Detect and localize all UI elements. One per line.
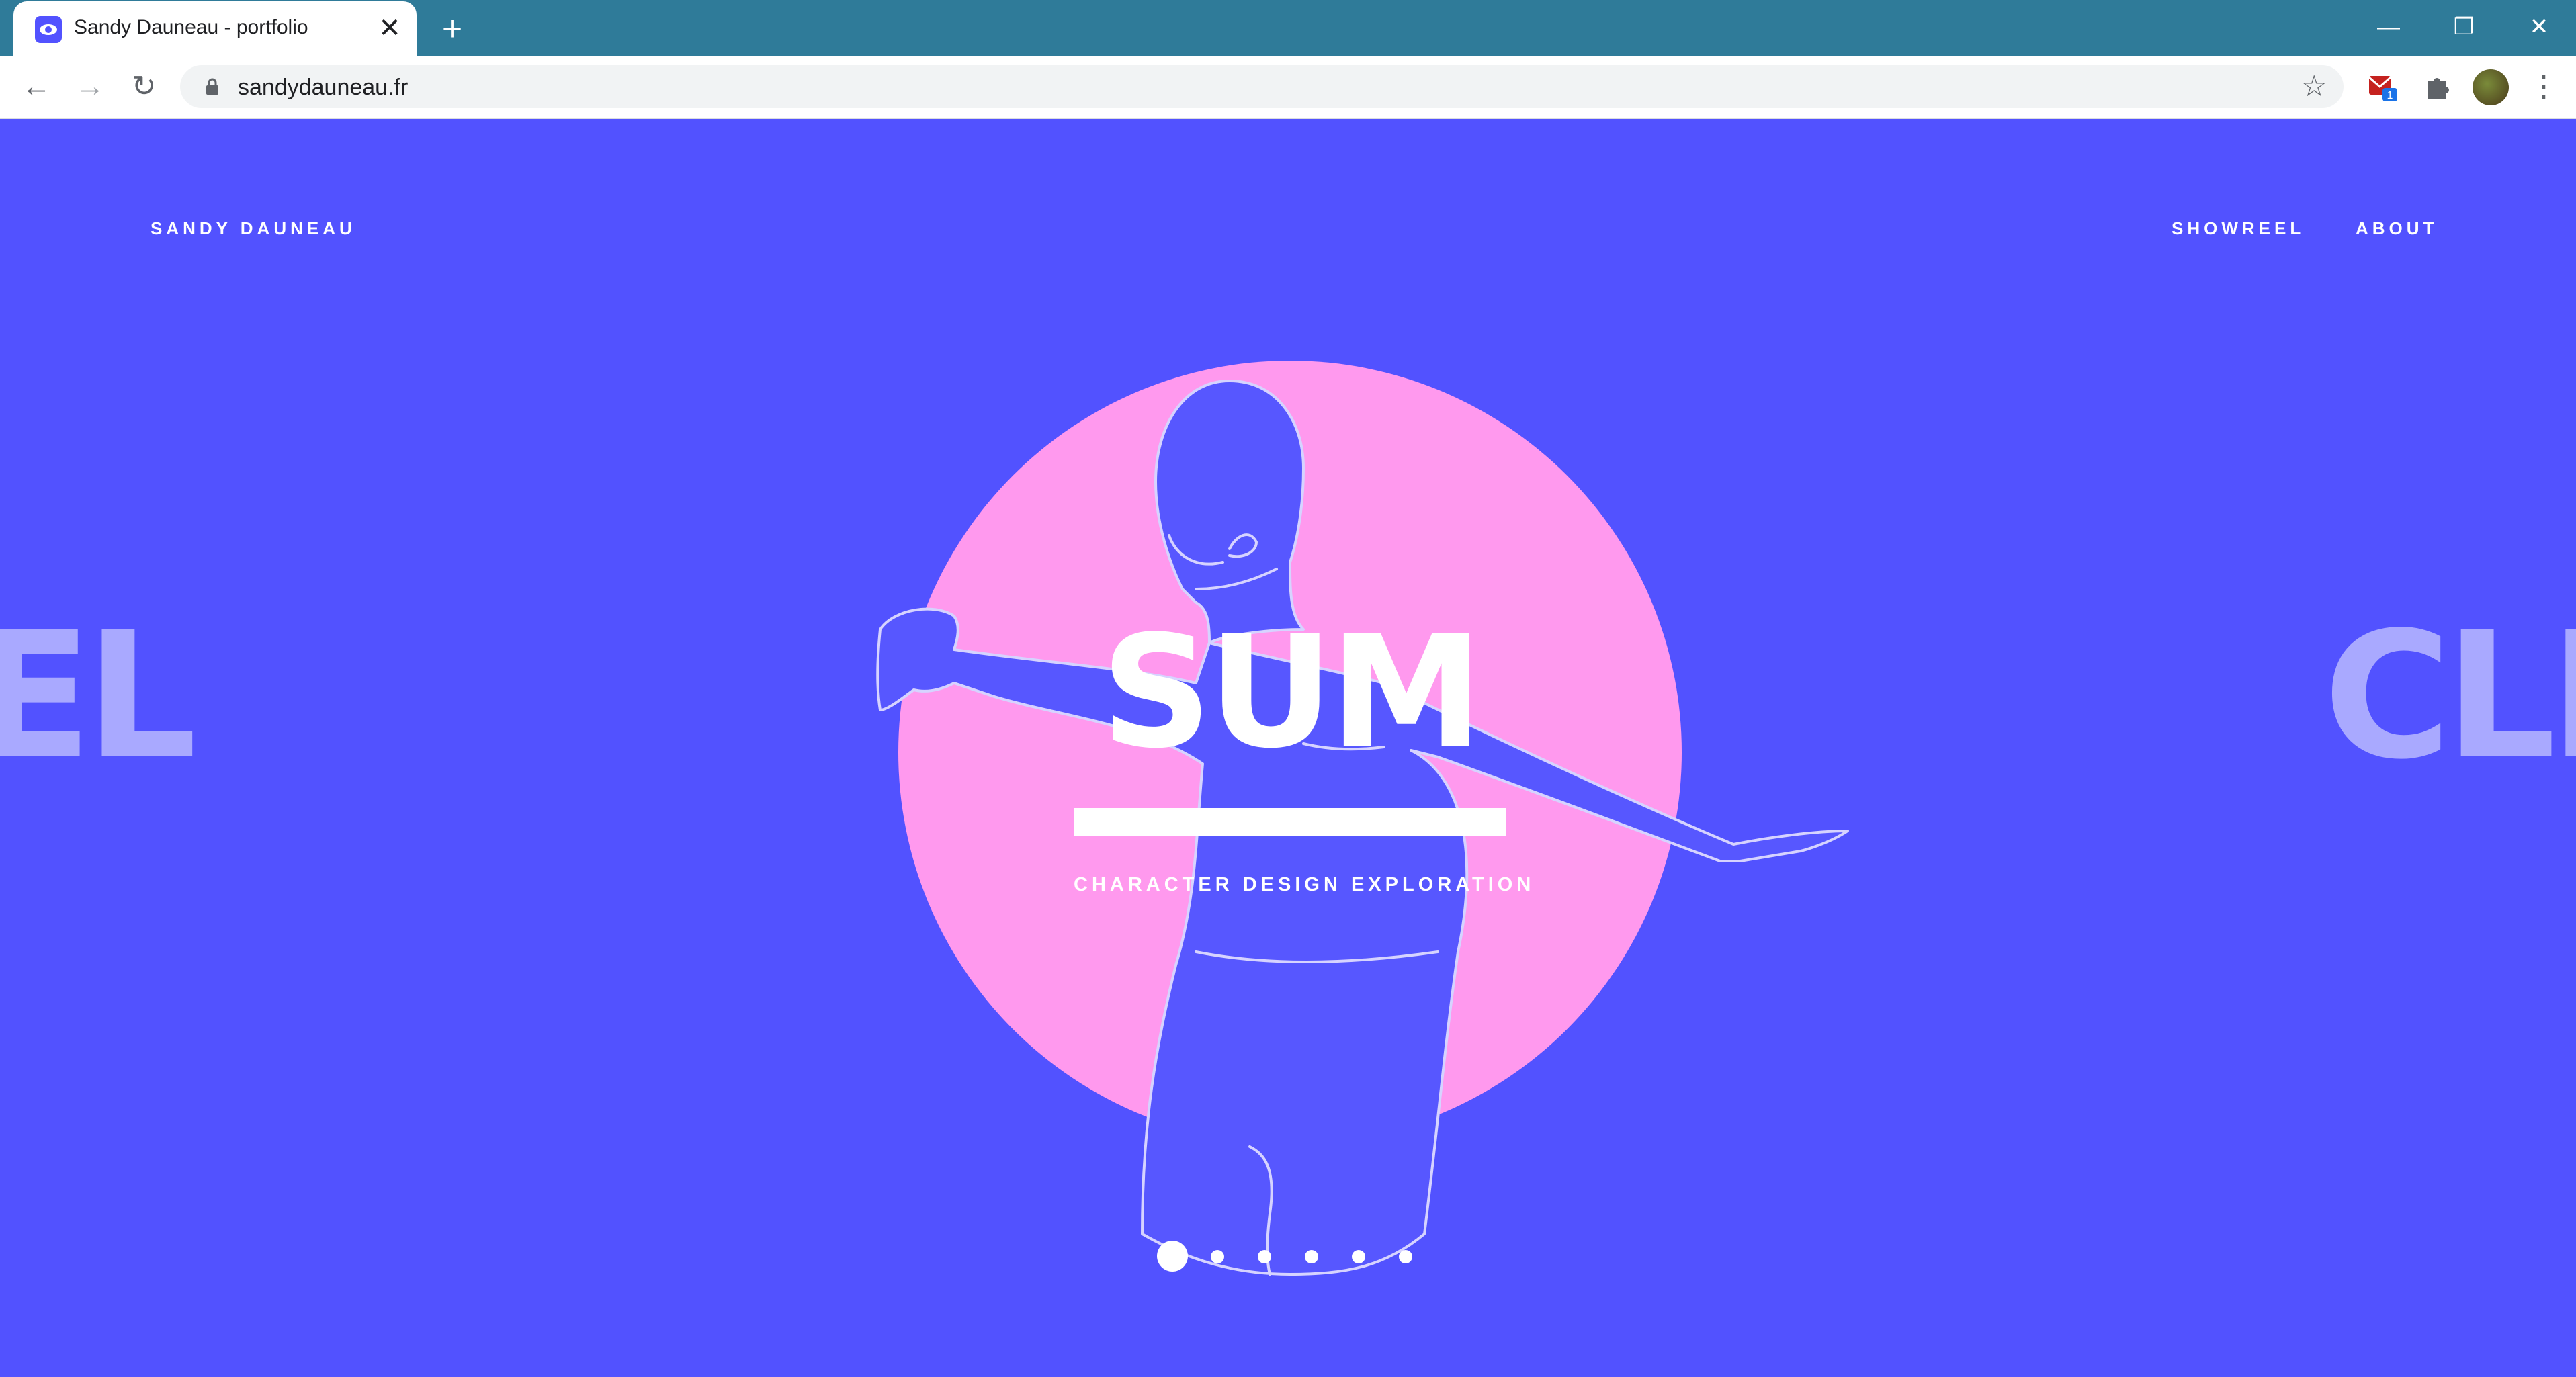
address-bar[interactable]: sandydauneau.fr ☆ [180,65,2344,108]
tab-title: Sandy Dauneau - portfolio [74,16,308,38]
pagination-dot-1[interactable] [1157,1241,1188,1272]
portfolio-page: SANDY DAUNEAU SHOWREEL ABOUT EL CLÉ SUM … [0,119,2576,1377]
forward-arrow-icon[interactable]: → [70,66,110,107]
pagination-dot-3[interactable] [1258,1250,1271,1263]
back-arrow-icon[interactable]: ← [16,66,56,107]
more-menu-icon[interactable]: ⋮ [2529,66,2559,107]
profile-avatar[interactable] [2473,69,2509,105]
eye-favicon-icon [35,16,62,43]
site-brand[interactable]: SANDY DAUNEAU [151,218,356,239]
browser-tab[interactable]: Sandy Dauneau - portfolio ✕ [13,1,417,56]
pagination-dot-2[interactable] [1211,1250,1224,1263]
reload-icon[interactable]: ↻ [124,66,164,107]
new-tab-button[interactable]: + [435,11,469,46]
title-underline-bar [1074,808,1506,836]
window-close-icon[interactable]: ✕ [2516,7,2563,47]
slide-title[interactable]: SUM [1074,616,1506,770]
minimize-icon[interactable]: — [2365,7,2412,47]
pagination-dot-5[interactable] [1352,1250,1365,1263]
pagination-dot-6[interactable] [1399,1250,1412,1263]
url-text[interactable]: sandydauneau.fr [238,75,408,101]
browser-tab-strip: Sandy Dauneau - portfolio ✕ + — ❐ ✕ [0,0,2576,56]
browser-toolbar: ← → ↻ sandydauneau.fr ☆ 1 ⋮ [0,56,2576,119]
restore-icon[interactable]: ❐ [2440,7,2487,47]
next-slide-word[interactable]: CLÉ [2323,609,2576,784]
puzzle-extensions-icon[interactable] [2420,71,2454,104]
extension-badge-count: 1 [2387,90,2393,101]
mail-extension-icon[interactable]: 1 [2366,71,2400,104]
nav-about[interactable]: ABOUT [2356,218,2438,239]
close-tab-icon[interactable]: ✕ [375,13,404,43]
pagination-dot-4[interactable] [1305,1250,1318,1263]
nav-showreel[interactable]: SHOWREEL [2172,218,2305,239]
bookmark-star-icon[interactable]: ☆ [2301,69,2327,103]
lock-icon [206,78,218,95]
slide-subtitle[interactable]: CHARACTER DESIGN EXPLORATION [1074,874,1531,896]
previous-slide-word[interactable]: EL [0,609,197,784]
